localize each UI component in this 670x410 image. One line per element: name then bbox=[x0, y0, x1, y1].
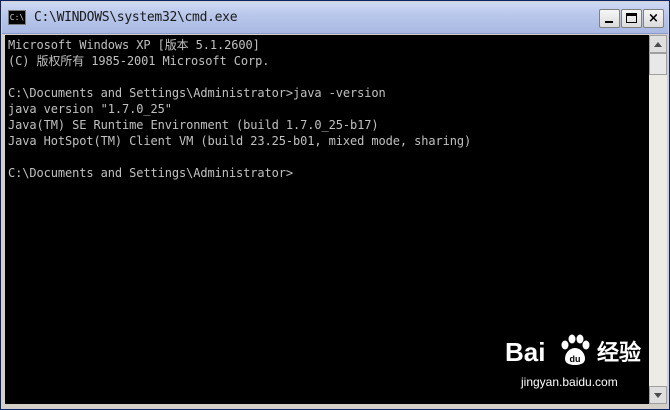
close-button[interactable]: × bbox=[643, 9, 664, 28]
title-bar[interactable]: C:\ C:\WINDOWS\system32\cmd.exe × bbox=[2, 2, 668, 34]
cmd-window: C:\ C:\WINDOWS\system32\cmd.exe × Micros… bbox=[0, 0, 670, 410]
watermark-brand: Bai bbox=[505, 337, 546, 367]
vertical-scrollbar[interactable] bbox=[649, 35, 667, 404]
minimize-button[interactable] bbox=[599, 9, 620, 28]
console-prompt-line: C:\Documents and Settings\Administrator> bbox=[8, 166, 293, 180]
close-icon: × bbox=[648, 11, 659, 26]
console-line: java version "1.7.0_25" bbox=[8, 102, 172, 116]
arrow-up-icon bbox=[654, 42, 662, 47]
console-line: Java HotSpot(TM) Client VM (build 23.25-… bbox=[8, 134, 472, 148]
maximize-button[interactable] bbox=[621, 9, 642, 28]
scroll-up-button[interactable] bbox=[649, 35, 667, 53]
baidu-jingyan-watermark: Bai du 经验 jingyan.baidu.com bbox=[501, 331, 651, 403]
watermark-product: 经验 bbox=[597, 341, 642, 366]
window-title: C:\WINDOWS\system32\cmd.exe bbox=[34, 10, 238, 25]
scrollbar-thumb[interactable] bbox=[649, 53, 667, 75]
console-line: C:\Documents and Settings\Administrator>… bbox=[8, 86, 386, 100]
minimize-icon bbox=[605, 21, 613, 23]
cmd-app-icon[interactable]: C:\ bbox=[8, 10, 26, 25]
console-line: Microsoft Windows XP [版本 5.1.2600] bbox=[8, 38, 260, 52]
arrow-down-icon bbox=[654, 393, 662, 398]
console-line: (C) 版权所有 1985-2001 Microsoft Corp. bbox=[8, 54, 270, 68]
scroll-down-button[interactable] bbox=[649, 386, 667, 404]
maximize-icon bbox=[626, 13, 637, 23]
baidu-paw-icon: du bbox=[561, 334, 590, 365]
watermark-url: jingyan.baidu.com bbox=[521, 375, 618, 389]
svg-text:du: du bbox=[570, 354, 581, 364]
console-line: Java(TM) SE Runtime Environment (build 1… bbox=[8, 118, 379, 132]
